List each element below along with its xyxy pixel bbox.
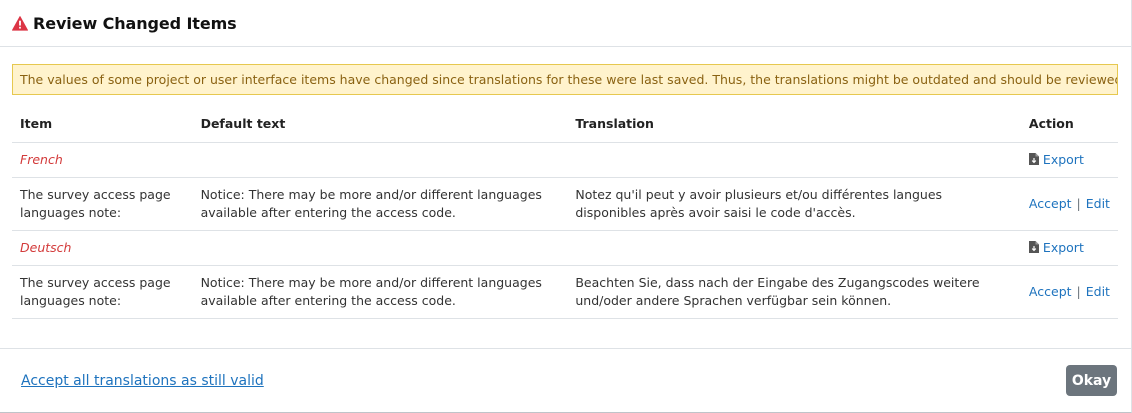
table-row: The survey access page languages note: N… bbox=[12, 265, 1118, 319]
export-link-french[interactable]: Export bbox=[1028, 151, 1084, 167]
column-header-default-text: Default text bbox=[192, 105, 568, 143]
warning-triangle-icon bbox=[12, 15, 28, 31]
file-download-icon bbox=[1028, 152, 1039, 165]
accept-link[interactable]: Accept bbox=[1029, 284, 1072, 299]
outdated-translations-alert: The values of some project or user inter… bbox=[12, 64, 1118, 95]
language-group-row-deutsch: Deutsch Export bbox=[12, 230, 1118, 266]
okay-button[interactable]: Okay bbox=[1066, 365, 1117, 396]
language-group-row-french: French Export bbox=[12, 142, 1118, 178]
changed-items-table: Item Default text Translation Action Fre… bbox=[12, 105, 1118, 319]
action-separator: | bbox=[1076, 195, 1081, 211]
column-header-translation: Translation bbox=[567, 105, 1021, 143]
dialog-footer: Accept all translations as still valid O… bbox=[0, 348, 1131, 412]
export-label: Export bbox=[1042, 151, 1084, 167]
row-actions: Accept | Edit bbox=[1020, 177, 1118, 231]
default-text: Notice: There may be more and/or differe… bbox=[192, 265, 568, 319]
edit-link[interactable]: Edit bbox=[1086, 196, 1110, 211]
export-link-deutsch[interactable]: Export bbox=[1028, 239, 1084, 255]
translation-text: Beachten Sie, dass nach der Eingabe des … bbox=[567, 265, 1021, 319]
accept-all-translations-link[interactable]: Accept all translations as still valid bbox=[21, 373, 264, 389]
row-actions: Accept | Edit bbox=[1020, 265, 1118, 319]
export-label: Export bbox=[1042, 239, 1084, 255]
dialog-header: Review Changed Items bbox=[0, 0, 1131, 47]
export-cell: Export bbox=[1020, 142, 1118, 178]
default-text: Notice: There may be more and/or differe… bbox=[192, 177, 568, 231]
item-name: The survey access page languages note: bbox=[12, 265, 193, 319]
export-cell: Export bbox=[1020, 230, 1118, 266]
translation-text: Notez qu'il peut y avoir plusieurs et/ou… bbox=[567, 177, 1021, 231]
column-header-action: Action bbox=[1020, 105, 1118, 143]
review-changed-items-dialog: Review Changed Items The values of some … bbox=[0, 0, 1132, 413]
dialog-body: The values of some project or user inter… bbox=[0, 64, 1131, 319]
table-row: The survey access page languages note: N… bbox=[12, 177, 1118, 231]
item-name: The survey access page languages note: bbox=[12, 177, 193, 231]
edit-link[interactable]: Edit bbox=[1086, 284, 1110, 299]
column-header-item: Item bbox=[12, 105, 193, 143]
language-label: French bbox=[12, 142, 193, 178]
accept-link[interactable]: Accept bbox=[1029, 196, 1072, 211]
language-label: Deutsch bbox=[12, 230, 193, 266]
action-separator: | bbox=[1076, 283, 1081, 299]
file-download-icon bbox=[1028, 240, 1039, 253]
dialog-title: Review Changed Items bbox=[33, 13, 237, 33]
table-header-row: Item Default text Translation Action bbox=[12, 105, 1118, 143]
